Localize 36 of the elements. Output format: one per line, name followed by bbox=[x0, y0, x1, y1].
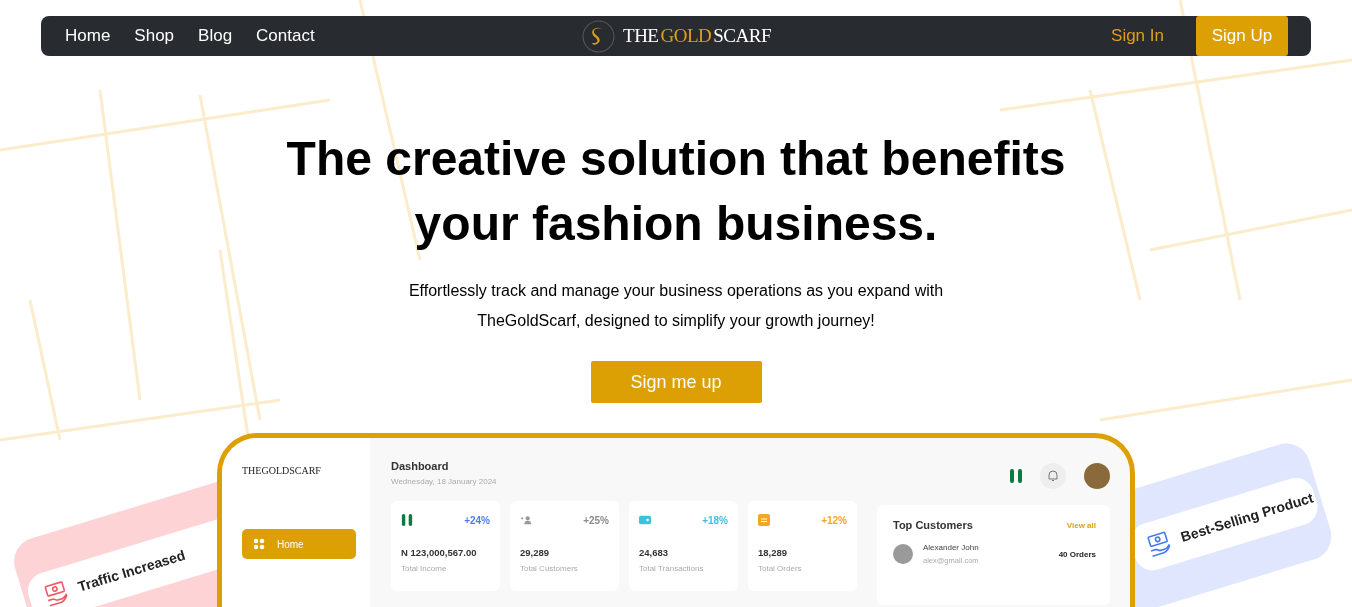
stat-label: Total Transactions bbox=[639, 564, 705, 573]
stat-label: Total Income bbox=[401, 564, 448, 573]
dashboard-date: Wednesday, 18 January 2024 bbox=[391, 477, 497, 486]
nav-link[interactable]: Home bbox=[65, 26, 111, 46]
sign-in-link[interactable]: Sign In bbox=[1111, 26, 1164, 46]
dashboard-brand: THEGOLDSCARF bbox=[242, 465, 322, 476]
grid-icon bbox=[253, 538, 265, 550]
change-percent: +12% bbox=[821, 514, 847, 526]
orders-icon bbox=[758, 514, 770, 526]
flag-icon bbox=[1010, 469, 1022, 483]
customer-name: Alexander John bbox=[923, 543, 980, 552]
hero-title: The creative solution that benefits your fashion business. bbox=[285, 131, 1067, 252]
nav-link[interactable]: Blog bbox=[198, 26, 233, 46]
order-count: 40 Orders bbox=[1058, 549, 1096, 559]
dashboard-title: Dashboard bbox=[391, 460, 450, 472]
hero-subtitle: Effortlessly track and manage your business operations as you expand with TheGoldScarf, designed to simplify your growth journey! bbox=[407, 281, 945, 331]
notification-bell-icon[interactable] bbox=[1040, 463, 1066, 489]
wallet-icon bbox=[639, 514, 651, 526]
customer-avatar bbox=[893, 544, 913, 564]
stat-value: 29,289 bbox=[520, 547, 551, 558]
stat-value: 24,683 bbox=[639, 547, 670, 558]
nav-link[interactable]: Contact bbox=[256, 26, 315, 46]
change-percent: +25% bbox=[583, 514, 609, 526]
user-avatar[interactable] bbox=[1084, 463, 1110, 489]
flag-icon bbox=[401, 514, 413, 526]
users-icon bbox=[520, 514, 532, 526]
change-percent: +18% bbox=[702, 514, 728, 526]
panel-title: Top Customers bbox=[893, 519, 973, 531]
stat-label: Total Customers bbox=[520, 564, 579, 573]
stat-value: N 123,000,567.00 bbox=[401, 547, 478, 558]
nav-link[interactable]: Shop bbox=[134, 26, 175, 46]
change-percent: +24% bbox=[464, 514, 490, 526]
stat-value: 18,289 bbox=[758, 547, 789, 558]
scarf-logo-icon bbox=[582, 19, 616, 53]
brand-logo-text[interactable]: THEGOLDSCARF bbox=[623, 25, 771, 47]
stat-label: Total Orders bbox=[758, 564, 803, 573]
